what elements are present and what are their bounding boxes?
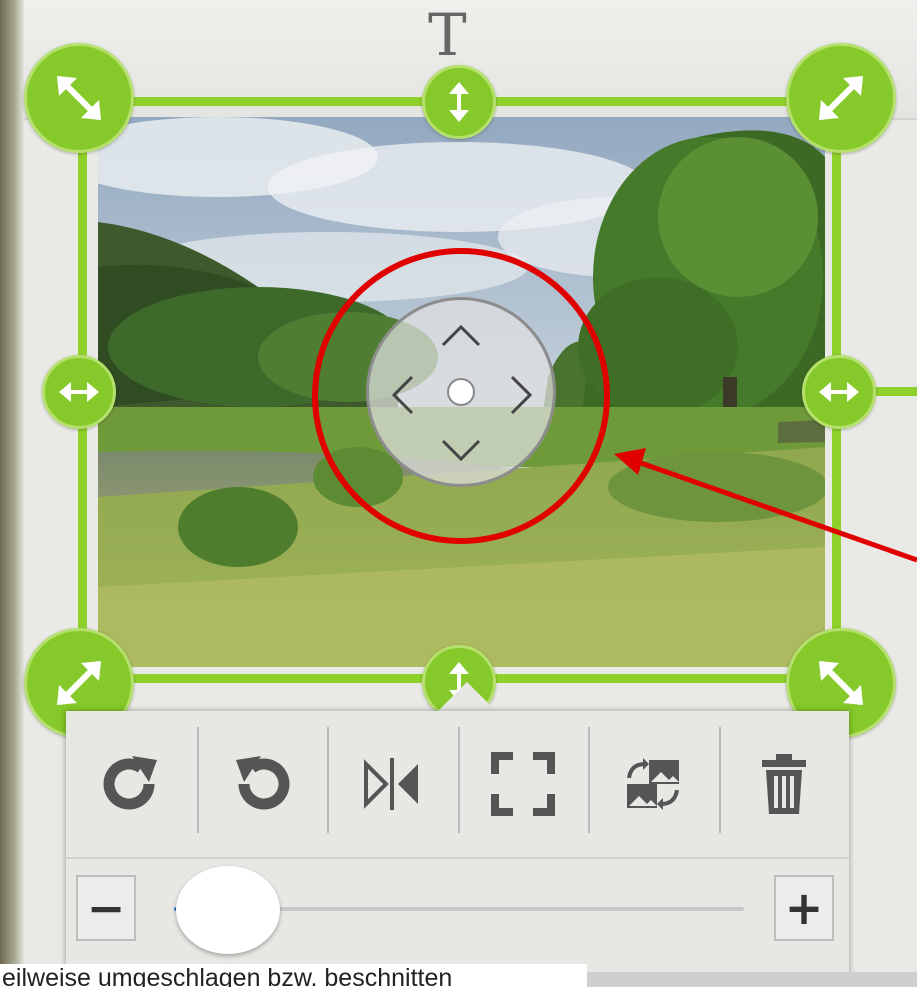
- zoom-out-button[interactable]: −: [76, 875, 136, 941]
- rotate-clockwise-button[interactable]: [66, 711, 197, 857]
- fullscreen-icon: [490, 752, 555, 816]
- caption-strip: eilweise umgeschlagen bzw. beschnitten: [0, 964, 587, 987]
- chevron-down-icon: [441, 439, 481, 462]
- caption-text: eilweise umgeschlagen bzw. beschnitten: [2, 964, 453, 987]
- toolbar-pointer: [437, 682, 497, 712]
- resize-horizontal-icon: [819, 382, 859, 402]
- pan-down-button[interactable]: [436, 432, 486, 468]
- replace-image-button[interactable]: [588, 711, 719, 857]
- fit-frame-button[interactable]: [457, 711, 589, 857]
- tool-buttons-row: [66, 711, 849, 857]
- pan-up-button[interactable]: [436, 318, 486, 354]
- zoom-slider-thumb[interactable]: [176, 866, 280, 954]
- chevron-right-icon: [510, 375, 533, 415]
- resize-nesw-icon: [818, 75, 864, 121]
- image-toolbar: − +: [66, 711, 849, 987]
- pan-left-button[interactable]: [385, 370, 421, 420]
- resize-handle-top-left[interactable]: [24, 43, 134, 153]
- footer-bar: [587, 972, 917, 987]
- left-page-edge: [0, 0, 24, 987]
- flip-icon: [364, 758, 419, 810]
- delete-button[interactable]: [718, 711, 850, 857]
- chevron-up-icon: [441, 324, 481, 347]
- chevron-left-icon: [391, 375, 414, 415]
- resize-handle-top[interactable]: [422, 65, 496, 139]
- trash-icon: [761, 754, 806, 814]
- resize-nwse-icon: [56, 75, 102, 121]
- resize-nwse-icon: [818, 660, 864, 706]
- resize-vertical-icon: [449, 82, 469, 122]
- rotate-cw-icon: [103, 756, 158, 810]
- resize-handle-top-right[interactable]: [786, 43, 896, 153]
- text-tool-icon[interactable]: T: [428, 6, 467, 64]
- resize-nesw-icon: [56, 660, 102, 706]
- resize-horizontal-icon: [59, 382, 99, 402]
- swap-image-icon: [627, 758, 680, 810]
- zoom-in-button[interactable]: +: [774, 875, 834, 941]
- flip-horizontal-button[interactable]: [327, 711, 458, 857]
- center-dot-icon[interactable]: [447, 378, 475, 406]
- resize-handle-right[interactable]: [802, 355, 876, 429]
- pan-control[interactable]: [366, 297, 556, 487]
- rotate-ccw-icon: [235, 756, 290, 810]
- rotate-counterclockwise-button[interactable]: [196, 711, 328, 857]
- resize-handle-left[interactable]: [42, 355, 116, 429]
- pan-right-button[interactable]: [503, 370, 539, 420]
